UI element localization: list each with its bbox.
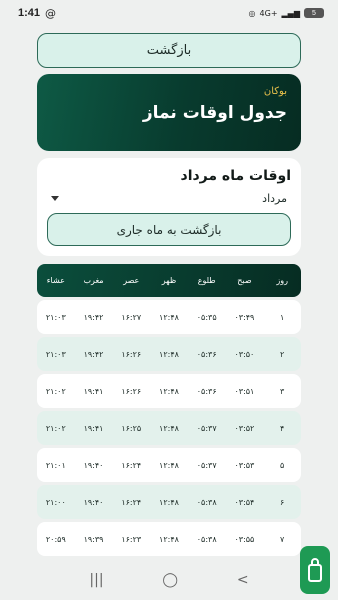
cell-maghrib: ۱۹:۴۰ <box>83 460 104 470</box>
cell-dhuhr: ۱۲:۴۸ <box>159 423 179 433</box>
table-row: ۴ ۰۳:۵۲ ۰۵:۳۷ ۱۲:۴۸ ۱۶:۲۵ ۱۹:۴۱ ۲۱:۰۲ <box>37 411 301 445</box>
table-row: ۶ ۰۳:۵۴ ۰۵:۳۸ ۱۲:۴۸ ۱۶:۲۴ ۱۹:۴۰ ۲۱:۰۰ <box>37 485 301 519</box>
cell-fajr: ۰۳:۵۴ <box>234 497 255 507</box>
cell-dhuhr: ۱۲:۴۸ <box>159 460 179 470</box>
cell-fajr: ۰۳:۵۱ <box>234 386 255 396</box>
cell-isha: ۲۱:۰۱ <box>45 460 66 470</box>
cell-asr: ۱۶:۲۳ <box>121 534 142 544</box>
cell-fajr: ۰۳:۵۰ <box>234 349 255 359</box>
header-asr: عصر <box>123 276 140 285</box>
cell-maghrib: ۱۹:۴۱ <box>83 386 104 396</box>
month-select[interactable]: مرداد <box>47 192 291 205</box>
cell-maghrib: ۱۹:۳۹ <box>83 534 104 544</box>
cell-asr: ۱۶:۲۶ <box>121 349 142 359</box>
cell-isha: ۲۱:۰۲ <box>45 423 66 433</box>
cell-sunrise: ۰۵:۳۷ <box>196 423 217 433</box>
header-maghrib: مغرب <box>83 276 104 285</box>
cell-asr: ۱۶:۲۷ <box>121 312 142 322</box>
nav-back-icon[interactable]: < <box>237 572 249 588</box>
cell-fajr: ۰۳:۴۹ <box>234 312 255 322</box>
status-bar: 1:41 @ ◎ 4G+ ▂▄▆ 5 <box>0 0 338 26</box>
cell-isha: ۲۱:۰۲ <box>45 386 66 396</box>
cell-dhuhr: ۱۲:۴۸ <box>159 349 179 359</box>
home-icon[interactable]: ◯ <box>162 572 178 588</box>
table-header: روز صبح طلوع ظهر عصر مغرب عشاء <box>37 264 301 297</box>
cell-dhuhr: ۱۲:۴۸ <box>159 534 179 544</box>
header-card: بوکان جدول اوقات نماز <box>37 74 301 151</box>
table-row: ۳ ۰۳:۵۱ ۰۵:۳۶ ۱۲:۴۸ ۱۶:۲۶ ۱۹:۴۱ ۲۱:۰۲ <box>37 374 301 408</box>
cell-asr: ۱۶:۲۴ <box>121 497 142 507</box>
battery-icon: 5 <box>304 8 324 18</box>
cell-maghrib: ۱۹:۴۲ <box>83 312 104 322</box>
cell-day: ۷ <box>279 534 285 544</box>
cell-isha: ۲۱:۰۰ <box>45 497 66 507</box>
cell-isha: ۲۱:۰۳ <box>45 312 66 322</box>
table-row: ۵ ۰۳:۵۳ ۰۵:۳۷ ۱۲:۴۸ ۱۶:۲۴ ۱۹:۴۰ ۲۱:۰۱ <box>37 448 301 482</box>
cell-sunrise: ۰۵:۳۸ <box>196 534 217 544</box>
table-row: ۲ ۰۳:۵۰ ۰۵:۳۶ ۱۲:۴۸ ۱۶:۲۶ ۱۹:۴۲ ۲۱:۰۳ <box>37 337 301 371</box>
status-time: 1:41 <box>18 7 41 19</box>
cell-isha: ۲۰:۵۹ <box>45 534 66 544</box>
status-right: ◎ 4G+ ▂▄▆ 5 <box>249 8 324 18</box>
chevron-down-icon <box>51 196 59 201</box>
table-row: ۷ ۰۳:۵۵ ۰۵:۳۸ ۱۲:۴۸ ۱۶:۲۳ ۱۹:۳۹ ۲۰:۵۹ <box>37 522 301 556</box>
cell-day: ۲ <box>279 349 285 359</box>
store-badge[interactable] <box>300 546 330 594</box>
header-day: روز <box>276 276 288 285</box>
month-title: اوقات ماه مرداد <box>180 168 291 184</box>
cell-day: ۳ <box>279 386 285 396</box>
cell-fajr: ۰۳:۵۳ <box>234 460 255 470</box>
city-name: بوکان <box>263 86 287 97</box>
status-left: 1:41 @ <box>18 7 56 20</box>
header-sunrise: طلوع <box>197 276 216 285</box>
network-label: 4G+ <box>259 8 278 18</box>
cell-day: ۴ <box>279 423 285 433</box>
back-button[interactable]: بازگشت <box>37 33 301 68</box>
cell-dhuhr: ۱۲:۴۸ <box>159 386 179 396</box>
at-icon: @ <box>45 6 57 20</box>
month-card: اوقات ماه مرداد مرداد بازگشت به ماه جاری <box>37 158 301 256</box>
page-title: جدول اوقات نماز <box>142 103 287 123</box>
cell-maghrib: ۱۹:۴۰ <box>83 497 104 507</box>
cell-sunrise: ۰۵:۳۶ <box>196 386 217 396</box>
cell-isha: ۲۱:۰۳ <box>45 349 66 359</box>
cell-day: ۶ <box>279 497 285 507</box>
cell-dhuhr: ۱۲:۴۸ <box>159 312 179 322</box>
cell-maghrib: ۱۹:۴۲ <box>83 349 104 359</box>
cell-dhuhr: ۱۲:۴۸ <box>159 497 179 507</box>
cell-asr: ۱۶:۲۵ <box>121 423 142 433</box>
cell-sunrise: ۰۵:۳۷ <box>196 460 217 470</box>
prayer-times-table: روز صبح طلوع ظهر عصر مغرب عشاء ۱ ۰۳:۴۹ ۰… <box>37 264 301 556</box>
signal-icon: ▂▄▆ <box>281 8 300 18</box>
shopping-bag-icon <box>308 558 322 582</box>
month-select-value: مرداد <box>262 192 287 205</box>
hotspot-icon: ◎ <box>248 8 256 18</box>
recents-icon[interactable]: ||| <box>89 572 103 588</box>
current-month-button[interactable]: بازگشت به ماه جاری <box>47 213 291 246</box>
cell-asr: ۱۶:۲۴ <box>121 460 142 470</box>
cell-fajr: ۰۳:۵۲ <box>234 423 255 433</box>
cell-asr: ۱۶:۲۶ <box>121 386 142 396</box>
header-dhuhr: ظهر <box>161 276 177 285</box>
header-isha: عشاء <box>46 276 65 285</box>
cell-sunrise: ۰۵:۳۵ <box>196 312 217 322</box>
cell-maghrib: ۱۹:۴۱ <box>83 423 104 433</box>
cell-fajr: ۰۳:۵۵ <box>234 534 255 544</box>
system-nav-bar: ||| ◯ < <box>0 560 338 600</box>
cell-sunrise: ۰۵:۳۶ <box>196 349 217 359</box>
header-fajr: صبح <box>237 276 252 285</box>
cell-sunrise: ۰۵:۳۸ <box>196 497 217 507</box>
cell-day: ۱ <box>279 312 285 322</box>
table-row: ۱ ۰۳:۴۹ ۰۵:۳۵ ۱۲:۴۸ ۱۶:۲۷ ۱۹:۴۲ ۲۱:۰۳ <box>37 300 301 334</box>
cell-day: ۵ <box>279 460 285 470</box>
